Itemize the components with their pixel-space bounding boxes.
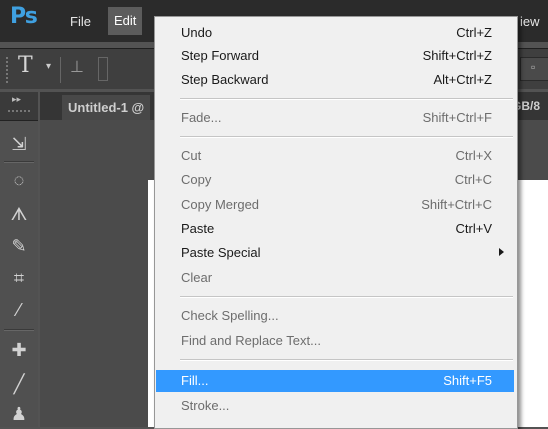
healing-brush-tool-icon[interactable]: ✚ [0, 335, 38, 365]
quick-selection-tool-icon[interactable]: ✎ [0, 231, 38, 261]
menu-item-stroke[interactable]: Stroke... [156, 395, 514, 417]
menu-item-label: Check Spelling... [181, 308, 279, 323]
menu-file[interactable]: File [70, 14, 91, 29]
menu-item-step-backward[interactable]: Step Backward Alt+Ctrl+Z [156, 69, 514, 91]
menu-item-shortcut: Shift+Ctrl+Z [422, 48, 492, 63]
vertical-type-toggle-icon[interactable]: ⊥ [70, 57, 84, 77]
menu-separator [180, 98, 513, 100]
menu-item-shortcut: Ctrl+V [455, 221, 492, 236]
tools-panel-header[interactable]: ▸▸ [0, 92, 38, 121]
marquee-tool-icon[interactable]: ◌ [0, 165, 38, 195]
menu-edit[interactable]: Edit [108, 7, 143, 35]
menu-item-paste-special[interactable]: Paste Special [156, 242, 514, 264]
crop-tool-icon[interactable]: ⌗ [0, 263, 38, 293]
menu-item-label: Paste [181, 221, 215, 236]
menu-item-copy[interactable]: Copy Ctrl+C [156, 169, 514, 191]
edit-menu-dropdown: Undo Ctrl+Z Step Forward Shift+Ctrl+Z St… [154, 16, 518, 429]
menu-item-label: Clear [181, 270, 213, 285]
menu-item-label: Paste Special [181, 245, 261, 260]
tools-panel: ⇲ ◌ ᗑ ✎ ⌗ ⁄ ✚ ╱ ♟ [0, 121, 38, 427]
menu-item-check-spelling[interactable]: Check Spelling... [156, 305, 514, 327]
type-tool-icon[interactable]: T [18, 53, 33, 78]
lasso-tool-icon[interactable]: ᗑ [0, 199, 38, 229]
menu-item-shortcut: Ctrl+Z [456, 25, 492, 40]
menu-item-label: Step Backward [181, 72, 269, 87]
options-divider [60, 57, 61, 83]
menu-item-fade[interactable]: Fade... Shift+Ctrl+F [156, 107, 514, 129]
menu-item-undo[interactable]: Undo Ctrl+Z [156, 22, 514, 44]
menu-item-label: Cut [181, 148, 202, 163]
menu-item-paste[interactable]: Paste Ctrl+V [156, 218, 514, 240]
options-right-field-glyph: ▫ [531, 60, 536, 74]
menu-item-clear[interactable]: Clear [156, 267, 514, 289]
options-right-field[interactable]: ▫ [520, 57, 548, 81]
clone-stamp-tool-icon[interactable]: ♟ [0, 399, 38, 429]
menu-item-find-replace[interactable]: Find and Replace Text... [156, 330, 514, 352]
menu-view[interactable]: iew [520, 14, 540, 29]
font-family-field[interactable] [98, 57, 108, 81]
menu-item-step-forward[interactable]: Step Forward Shift+Ctrl+Z [156, 45, 514, 67]
submenu-arrow-icon [499, 248, 504, 256]
photoshop-logo: Ps [10, 4, 38, 29]
menu-item-shortcut: Ctrl+X [455, 148, 492, 163]
brush-tool-icon[interactable]: ╱ [0, 369, 38, 399]
menu-item-label: Copy Merged [181, 197, 260, 212]
expand-panel-icon[interactable]: ▸▸ [12, 94, 21, 105]
menu-item-label: Stroke... [181, 398, 230, 413]
menu-item-shortcut: Shift+F5 [443, 373, 492, 388]
document-tab[interactable]: Untitled-1 @ [62, 95, 151, 120]
move-tool-icon[interactable]: ⇲ [0, 129, 38, 159]
menu-item-shortcut: Shift+Ctrl+C [421, 197, 492, 212]
menu-item-label: Fade... [181, 110, 222, 125]
tool-divider [4, 329, 34, 331]
menu-item-label: Step Forward [181, 48, 260, 63]
tool-divider [4, 161, 34, 163]
menu-item-label: Copy [181, 172, 212, 187]
menu-separator [180, 136, 513, 138]
menu-separator [180, 296, 513, 298]
menu-item-shortcut: Ctrl+C [454, 172, 492, 187]
menu-item-label: Fill... [181, 373, 209, 388]
eyedropper-tool-icon[interactable]: ⁄ [0, 295, 38, 325]
menu-item-shortcut: Alt+Ctrl+Z [433, 72, 492, 87]
menu-separator [180, 359, 513, 361]
panel-grip[interactable] [8, 110, 30, 114]
menu-item-copy-merged[interactable]: Copy Merged Shift+Ctrl+C [156, 194, 514, 216]
tool-preset-dropdown-icon[interactable]: ▾ [46, 61, 51, 72]
menu-item-shortcut: Shift+Ctrl+F [422, 110, 492, 125]
menu-item-cut[interactable]: Cut Ctrl+X [156, 145, 514, 167]
menu-item-label: Undo [181, 25, 213, 40]
options-grip[interactable] [6, 57, 11, 83]
menu-item-fill[interactable]: Fill... Shift+F5 [156, 370, 514, 392]
menu-item-label: Find and Replace Text... [181, 333, 321, 348]
